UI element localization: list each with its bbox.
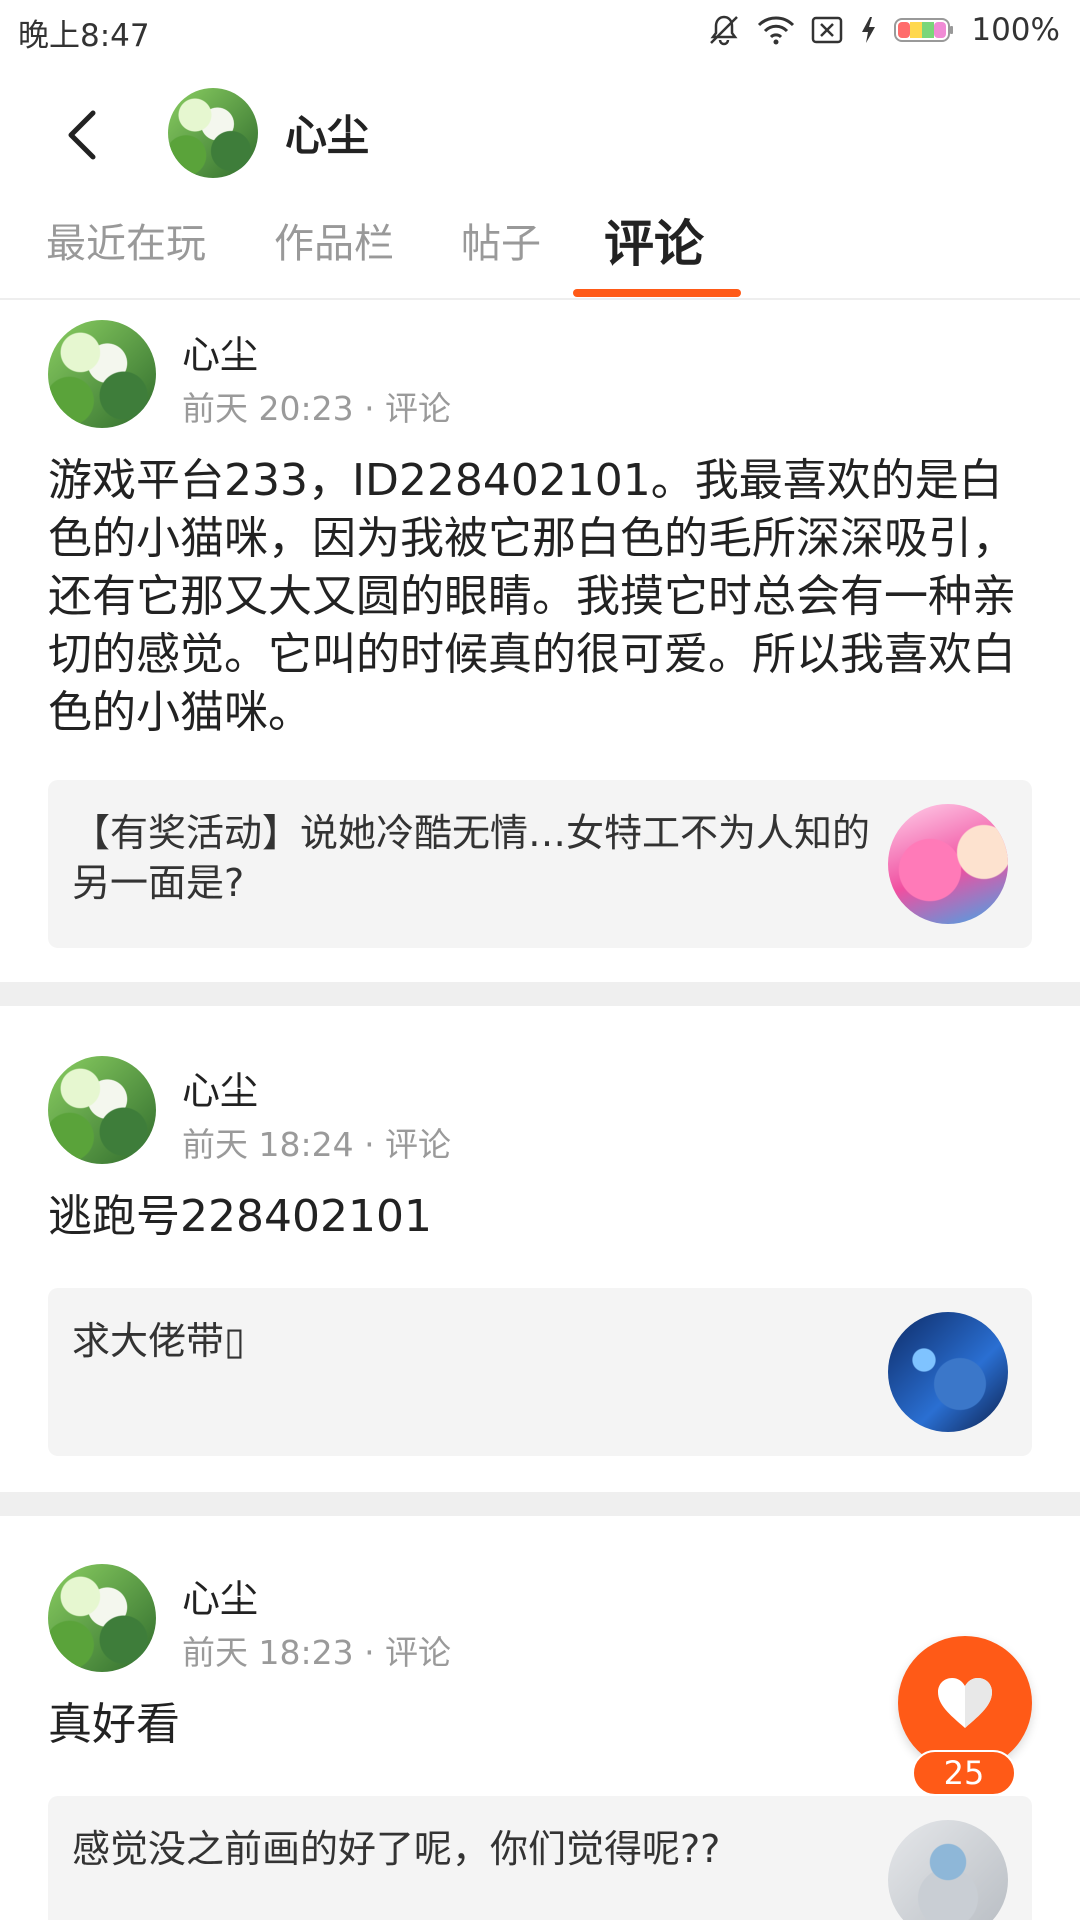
quoted-post-title: 求大佬带▯ <box>72 1319 245 1363</box>
active-tab-indicator <box>573 289 741 297</box>
quoted-post-title: 感觉没之前画的好了呢，你们觉得呢?? <box>72 1827 721 1871</box>
avatar[interactable] <box>48 1564 156 1672</box>
status-time: 晚上8:47 <box>18 18 150 54</box>
card-divider <box>0 982 1080 1006</box>
like-count: 25 <box>912 1750 1016 1796</box>
quoted-post[interactable]: 【有奖活动】说她冷酷无情…女特工不为人知的另一面是? <box>48 780 1032 948</box>
avatar[interactable] <box>48 320 156 428</box>
profile-header: 心尘 <box>0 60 1080 200</box>
bell-muted-icon <box>707 13 741 47</box>
battery-percentage: 100% <box>971 12 1060 48</box>
comment-body[interactable]: 游戏平台233，ID228402101。我最喜欢的是白色的小猫咪，因为我被它那白… <box>48 452 1038 742</box>
comment-author[interactable]: 心尘 <box>182 1060 258 1115</box>
comment-card: 心尘 前天 20:23 · 评论 游戏平台233，ID228402101。我最喜… <box>0 300 1080 982</box>
avatar[interactable] <box>48 1056 156 1164</box>
comment-card: 心尘 前天 18:24 · 评论 逃跑号228402101 求大佬带▯ <box>0 1006 1080 1476</box>
page-title: 心尘 <box>285 111 370 160</box>
profile-comments-page: 晚上8:47 100% 心尘 最近在玩 作品栏 帖子 评论 心尘 前天 20:2… <box>0 0 1080 1920</box>
comment-body[interactable]: 逃跑号228402101 <box>48 1188 1038 1246</box>
wifi-icon <box>757 15 795 45</box>
status-bar: 晚上8:47 100% <box>0 0 1080 60</box>
comment-meta: 前天 18:24 · 评论 <box>182 1125 452 1164</box>
chevron-left-icon <box>68 110 96 160</box>
quoted-post-thumbnail <box>888 804 1008 924</box>
quoted-post[interactable]: 求大佬带▯ <box>48 1288 1032 1456</box>
avatar[interactable] <box>168 88 258 178</box>
comment-meta: 前天 20:23 · 评论 <box>182 389 452 428</box>
comment-author[interactable]: 心尘 <box>182 1568 258 1623</box>
tab-posts[interactable]: 帖子 <box>461 205 541 275</box>
quoted-post-title: 【有奖活动】说她冷酷无情…女特工不为人知的另一面是? <box>72 811 871 905</box>
battery-icon <box>893 15 955 45</box>
card-divider <box>0 1492 1080 1516</box>
status-icons: 100% <box>707 8 1060 52</box>
heart-icon <box>938 1678 992 1728</box>
quoted-post[interactable]: 感觉没之前画的好了呢，你们觉得呢?? <box>48 1796 1032 1920</box>
comment-meta: 前天 18:23 · 评论 <box>182 1633 452 1672</box>
charging-icon <box>859 15 877 45</box>
tab-bar: 最近在玩 作品栏 帖子 评论 <box>0 195 1080 300</box>
comment-author[interactable]: 心尘 <box>182 324 258 379</box>
comment-body[interactable]: 真好看 <box>48 1696 1038 1754</box>
quoted-post-thumbnail <box>888 1312 1008 1432</box>
tab-comments[interactable]: 评论 <box>604 205 704 275</box>
sim-disabled-icon <box>811 15 843 45</box>
back-button[interactable] <box>48 100 118 170</box>
tab-recently-played[interactable]: 最近在玩 <box>46 205 206 275</box>
tab-works[interactable]: 作品栏 <box>274 205 394 275</box>
quoted-post-thumbnail <box>888 1820 1008 1920</box>
